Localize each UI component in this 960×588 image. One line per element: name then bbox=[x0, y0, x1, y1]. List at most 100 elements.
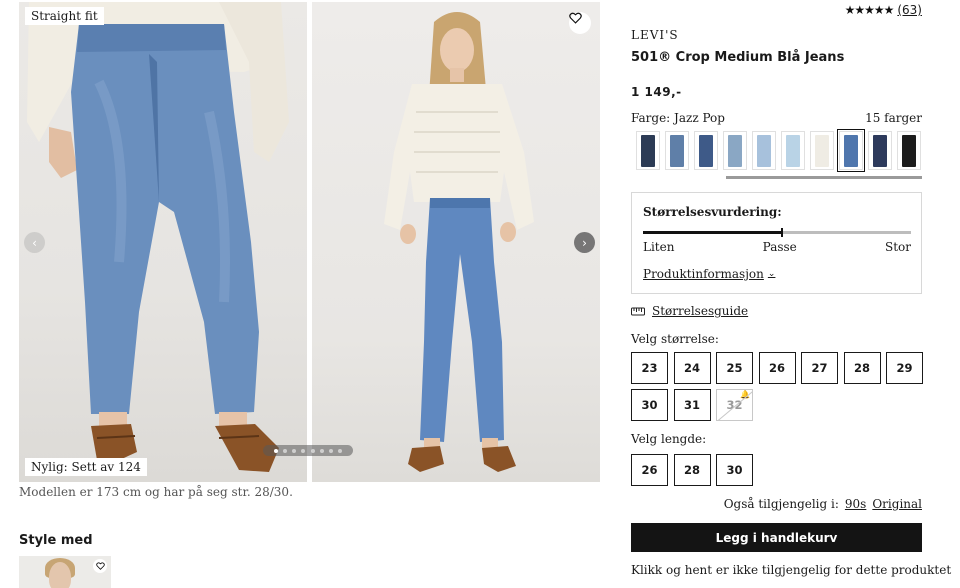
image-carousel-dots[interactable] bbox=[263, 445, 353, 456]
fit-link-90s[interactable]: 90s bbox=[845, 497, 866, 511]
rating[interactable]: ★★★★★ (63) bbox=[845, 3, 922, 17]
size-option[interactable]: 24 bbox=[673, 352, 711, 384]
size-option-label: 31 bbox=[683, 398, 700, 412]
color-swatches bbox=[636, 129, 921, 172]
style-with-product-card[interactable] bbox=[19, 556, 111, 588]
color-swatch[interactable] bbox=[837, 129, 865, 172]
style-favorite-button[interactable] bbox=[93, 559, 107, 573]
size-rating-high: Stor bbox=[884, 240, 911, 254]
swatch-leg bbox=[821, 135, 829, 167]
product-info-label: Produktinformasjon bbox=[643, 267, 764, 281]
product-info-toggle[interactable]: Produktinformasjon ⌄ bbox=[643, 267, 775, 281]
size-guide-link[interactable]: Størrelsesguide bbox=[631, 304, 748, 318]
size-guide-label: Størrelsesguide bbox=[652, 304, 749, 318]
size-rating-mid: Passe bbox=[762, 240, 797, 254]
color-swatch[interactable] bbox=[694, 131, 718, 170]
size-option-label: 28 bbox=[853, 361, 870, 375]
rating-stars: ★★★★★ bbox=[844, 3, 895, 17]
brand-name[interactable]: LEVI'S bbox=[631, 28, 679, 42]
heart-icon bbox=[569, 12, 582, 24]
chevron-left-icon: ‹ bbox=[32, 235, 37, 250]
swatch-leg bbox=[879, 135, 887, 167]
size-option[interactable]: 26 bbox=[758, 352, 796, 384]
also-available: Også tilgjengelig i: 90s Original bbox=[724, 497, 922, 511]
size-option[interactable]: 32 🔔 bbox=[716, 389, 753, 421]
carousel-dot[interactable] bbox=[328, 448, 333, 453]
favorite-button[interactable] bbox=[569, 12, 591, 34]
size-option[interactable]: 27 bbox=[801, 352, 838, 384]
carousel-dot[interactable] bbox=[292, 448, 297, 453]
thumb-face bbox=[49, 562, 71, 588]
size-option-label: 32 bbox=[726, 398, 743, 412]
length-option[interactable]: 26 bbox=[631, 454, 668, 486]
carousel-dot[interactable] bbox=[319, 448, 324, 453]
color-count: 15 farger bbox=[865, 111, 922, 125]
product-price: 1 149,- bbox=[631, 85, 682, 99]
color-swatch[interactable] bbox=[636, 131, 660, 170]
previous-image-button[interactable]: ‹ bbox=[24, 232, 45, 253]
swatch-leg bbox=[908, 135, 916, 167]
length-options: 26 28 30 bbox=[631, 454, 753, 486]
size-rating-labels: Liten Passe Stor bbox=[643, 240, 911, 254]
carousel-dot[interactable] bbox=[337, 448, 342, 453]
length-option-label: 26 bbox=[641, 463, 658, 477]
size-option-label: 23 bbox=[641, 361, 658, 375]
next-image-button[interactable]: › bbox=[574, 232, 595, 253]
size-option[interactable]: 30 bbox=[631, 389, 668, 421]
heart-icon bbox=[95, 562, 105, 570]
color-swatch[interactable] bbox=[752, 131, 776, 170]
size-rating-scale bbox=[643, 228, 911, 237]
choose-size-label: Velg størrelse: bbox=[631, 332, 719, 346]
model-fullbody-illustration bbox=[384, 12, 534, 472]
swatch-leg bbox=[734, 135, 742, 167]
product-image-fullbody[interactable]: › bbox=[312, 2, 600, 482]
length-option[interactable]: 28 bbox=[673, 454, 711, 486]
swatch-leg bbox=[763, 135, 771, 167]
swatch-leg bbox=[676, 135, 684, 167]
recently-viewed-badge: Nylig: Sett av 124 bbox=[25, 458, 147, 476]
click-collect-note: Klikk og hent er ikke tilgjengelig for d… bbox=[631, 563, 952, 577]
color-swatch[interactable] bbox=[665, 131, 689, 170]
fit-badge: Straight fit bbox=[25, 7, 104, 25]
style-with-heading: Style med bbox=[19, 533, 93, 548]
carousel-dot[interactable] bbox=[283, 448, 288, 453]
length-option-label: 28 bbox=[683, 463, 700, 477]
size-option[interactable]: 28 bbox=[843, 352, 881, 384]
product-title: 501® Crop Medium Blå Jeans bbox=[631, 50, 845, 65]
carousel-dot[interactable] bbox=[301, 448, 306, 453]
size-option[interactable]: 31 bbox=[673, 389, 711, 421]
color-swatch[interactable] bbox=[868, 131, 892, 170]
size-rating-low: Liten bbox=[643, 240, 675, 254]
size-option[interactable]: 29 bbox=[886, 352, 923, 384]
product-image-closeup[interactable]: Straight fit Nylig: Sett av 124 ‹ bbox=[19, 2, 307, 482]
size-option[interactable]: 25 bbox=[716, 352, 753, 384]
size-option-label: 27 bbox=[811, 361, 828, 375]
product-gallery: Straight fit Nylig: Sett av 124 ‹ › bbox=[19, 2, 600, 482]
size-rating-panel: Størrelsesvurdering: Liten Passe Stor Pr… bbox=[631, 192, 922, 294]
size-option[interactable]: 23 bbox=[631, 352, 668, 384]
color-swatch[interactable] bbox=[897, 131, 921, 170]
rating-count-link[interactable]: (63) bbox=[897, 3, 922, 17]
size-option-label: 30 bbox=[641, 398, 658, 412]
swatch-leg bbox=[647, 135, 655, 167]
model-size-note: Modellen er 173 cm og har på seg str. 28… bbox=[19, 485, 293, 499]
size-option-label: 26 bbox=[768, 361, 785, 375]
size-rating-fill bbox=[643, 231, 782, 234]
also-available-label: Også tilgjengelig i: bbox=[723, 497, 839, 511]
color-swatch[interactable] bbox=[723, 131, 747, 170]
size-option-label: 24 bbox=[683, 361, 700, 375]
jeans-closeup-illustration bbox=[27, 2, 289, 472]
size-options: 23 24 25 26 27 28 29 30 31 32 🔔 bbox=[631, 352, 926, 421]
selected-color-label: Farge: Jazz Pop bbox=[631, 111, 725, 125]
carousel-dot[interactable] bbox=[274, 448, 279, 453]
swatch-leg bbox=[705, 135, 713, 167]
carousel-dot[interactable] bbox=[310, 448, 315, 453]
color-swatch[interactable] bbox=[781, 131, 805, 170]
swatch-scrollbar[interactable] bbox=[726, 176, 922, 179]
color-swatch[interactable] bbox=[810, 131, 834, 170]
length-option[interactable]: 30 bbox=[716, 454, 753, 486]
size-rating-title: Størrelsesvurdering: bbox=[643, 205, 782, 219]
add-to-cart-button[interactable]: Legg i handlekurv bbox=[631, 523, 922, 552]
size-rating-marker bbox=[781, 228, 784, 237]
fit-link-original[interactable]: Original bbox=[872, 497, 922, 511]
